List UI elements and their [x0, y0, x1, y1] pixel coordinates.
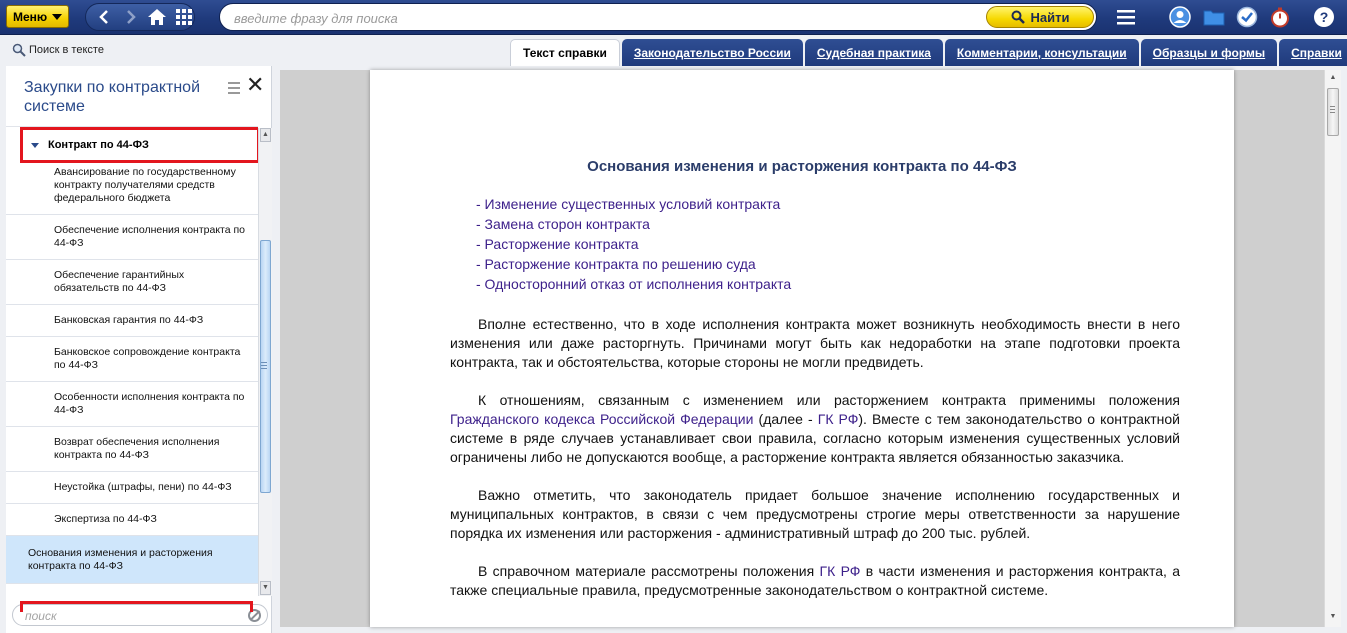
tree-item[interactable]: Неустойка (штрафы, пени) по 44-ФЗ	[6, 472, 258, 504]
tree-item[interactable]: Возврат обеспечения исполнения контракта…	[6, 427, 258, 472]
close-icon[interactable]: ✕	[246, 74, 264, 96]
tab-label: Текст справки	[523, 46, 607, 60]
document-area: Основания изменения и расторжения контра…	[280, 70, 1324, 627]
hamburger-icon[interactable]	[1114, 5, 1138, 29]
user-icon[interactable]	[1168, 5, 1192, 29]
forward-icon[interactable]	[121, 6, 142, 28]
document-title: Основания изменения и расторжения контра…	[587, 158, 1017, 175]
document-scrollbar[interactable]: ▲ ▼	[1324, 70, 1341, 627]
tab-label: Справки	[1291, 45, 1342, 60]
tree-items: Авансирование по государственному контра…	[6, 157, 258, 584]
panel-title: Закупки по контрактной системе	[24, 79, 201, 115]
tab-comments-consultations[interactable]: Комментарии, консультации	[944, 39, 1139, 66]
panel-menu-icon[interactable]	[228, 82, 240, 94]
find-button-label: Найти	[1030, 9, 1070, 25]
text-run: В справочном материале рассмотрены полож…	[478, 563, 820, 579]
main-search-input[interactable]	[234, 8, 974, 28]
tab-label: Судебная практика	[816, 45, 931, 60]
toc-link[interactable]: - Расторжение контракта по решению суда	[476, 254, 791, 274]
top-toolbar: Меню Найти	[0, 0, 1347, 35]
tree-item-label: Основания изменения и расторжения контра…	[28, 546, 213, 572]
tab-judicial-practice[interactable]: Судебная практика	[804, 39, 943, 66]
tree-item-selected[interactable]: Основания изменения и расторжения контра…	[6, 536, 258, 584]
tree-item[interactable]: Авансирование по государственному контра…	[6, 157, 258, 215]
tab-samples-forms[interactable]: Образцы и формы	[1140, 39, 1278, 66]
panel-search-input[interactable]	[25, 608, 225, 624]
paragraph: Важно отметить, что законодатель придает…	[450, 487, 1180, 541]
left-panel: Закупки по контрактной системе ✕ Контрак…	[6, 66, 272, 633]
civil-code-link[interactable]: Гражданского кодекса Российской Федераци…	[450, 411, 753, 427]
magnifier-icon	[12, 43, 26, 57]
tree-item[interactable]: Обеспечение гарантийных обязательств по …	[6, 260, 258, 305]
tree-item[interactable]: Обеспечение исполнения контракта по 44-Ф…	[6, 215, 258, 260]
magnifier-icon	[1011, 10, 1025, 24]
tree-item-label: Возврат обеспечения исполнения контракта…	[54, 436, 220, 461]
tab-label: Образцы и формы	[1152, 45, 1266, 60]
svg-text:?: ?	[1320, 9, 1329, 25]
tab-russian-legislation[interactable]: Законодательство России	[621, 39, 803, 66]
paragraph: К отношениям, связанным с изменением или…	[450, 391, 1180, 467]
clock-check-icon[interactable]	[1235, 5, 1259, 29]
caret-down-icon	[52, 13, 63, 20]
tree-item-label: Обеспечение гарантийных обязательств по …	[54, 269, 185, 294]
find-button[interactable]: Найти	[986, 6, 1094, 28]
toc-link[interactable]: - Замена сторон контракта	[476, 214, 791, 234]
menu-button[interactable]: Меню	[6, 5, 69, 28]
tree-item-label: Экспертиза по 44-ФЗ	[54, 513, 157, 525]
toc-link[interactable]: - Односторонний отказ от исполнения конт…	[476, 274, 791, 294]
gk-rf-link[interactable]: ГК РФ	[818, 411, 859, 427]
toc-link[interactable]: - Расторжение контракта	[476, 234, 791, 254]
help-icon[interactable]: ?	[1312, 5, 1336, 29]
tree-item-label: Обеспечение исполнения контракта по 44-Ф…	[54, 224, 246, 249]
main-search-box: Найти	[219, 3, 1097, 31]
toc-link[interactable]: - Изменение существенных условий контрак…	[476, 194, 791, 214]
text-run: К отношениям, связанным с изменением или…	[478, 392, 1180, 408]
grip-icon	[261, 362, 267, 371]
navigation-group	[85, 3, 195, 31]
tab-help-text[interactable]: Текст справки	[510, 39, 620, 66]
tree-item[interactable]: Банковское сопровождение контракта по 44…	[6, 337, 258, 382]
tree-section-label: Контракт по 44-ФЗ	[48, 139, 149, 151]
document-page: Основания изменения и расторжения контра…	[370, 70, 1234, 627]
tree-scrollbar[interactable]: ▲ ▼	[258, 128, 272, 596]
tab-bar: Текст справки Законодательство России Су…	[510, 39, 1347, 66]
grid-icon[interactable]	[174, 6, 195, 28]
scroll-down-icon[interactable]: ▼	[1327, 611, 1339, 623]
gk-rf-link[interactable]: ГК РФ	[820, 563, 861, 579]
scroll-up-icon[interactable]: ▲	[260, 128, 271, 142]
triangle-down-icon	[31, 142, 39, 148]
tree-item[interactable]: Экспертиза по 44-ФЗ	[6, 504, 258, 536]
tree-item[interactable]: Особенности исполнения контракта по 44-Ф…	[6, 382, 258, 427]
paragraph: В справочном материале рассмотрены полож…	[450, 562, 1180, 600]
document-body: Вполне естественно, что в ходе исполнени…	[450, 315, 1180, 619]
back-icon[interactable]	[94, 6, 115, 28]
text-run: (далее -	[753, 411, 818, 427]
tree-item-label: Банковская гарантия по 44-ФЗ	[54, 314, 204, 326]
tree-list: Контракт по 44-ФЗ Авансирование по госуд…	[6, 126, 258, 612]
panel-search-box	[12, 604, 268, 626]
home-icon[interactable]	[147, 6, 168, 28]
tree-item-label: Авансирование по государственному контра…	[54, 166, 236, 204]
folder-icon[interactable]	[1202, 5, 1226, 29]
timer-icon[interactable]	[1268, 5, 1292, 29]
tree-item-label: Неустойка (штрафы, пени) по 44-ФЗ	[54, 481, 232, 493]
tab-references[interactable]: Справки	[1279, 39, 1347, 66]
grip-icon	[1330, 106, 1335, 115]
tab-label: Законодательство России	[633, 45, 791, 60]
search-in-text-link[interactable]: Поиск в тексте	[12, 43, 104, 57]
scroll-down-icon[interactable]: ▼	[260, 581, 271, 595]
tree-item-label: Особенности исполнения контракта по 44-Ф…	[54, 391, 245, 416]
tab-label: Комментарии, консультации	[956, 45, 1127, 60]
table-of-contents: - Изменение существенных условий контрак…	[476, 194, 791, 294]
scroll-up-icon[interactable]: ▲	[1327, 72, 1339, 84]
paragraph: Вполне естественно, что в ходе исполнени…	[450, 316, 1180, 370]
sub-bar: Поиск в тексте Текст справки Законодател…	[0, 36, 1347, 66]
search-in-text-label: Поиск в тексте	[29, 44, 104, 56]
tree-section-header[interactable]: Контракт по 44-ФЗ	[20, 127, 258, 163]
tree-item-label: Банковское сопровождение контракта по 44…	[54, 346, 241, 371]
clear-icon[interactable]	[248, 609, 261, 622]
menu-button-label: Меню	[13, 9, 48, 24]
tree-item[interactable]: Банковская гарантия по 44-ФЗ	[6, 305, 258, 337]
